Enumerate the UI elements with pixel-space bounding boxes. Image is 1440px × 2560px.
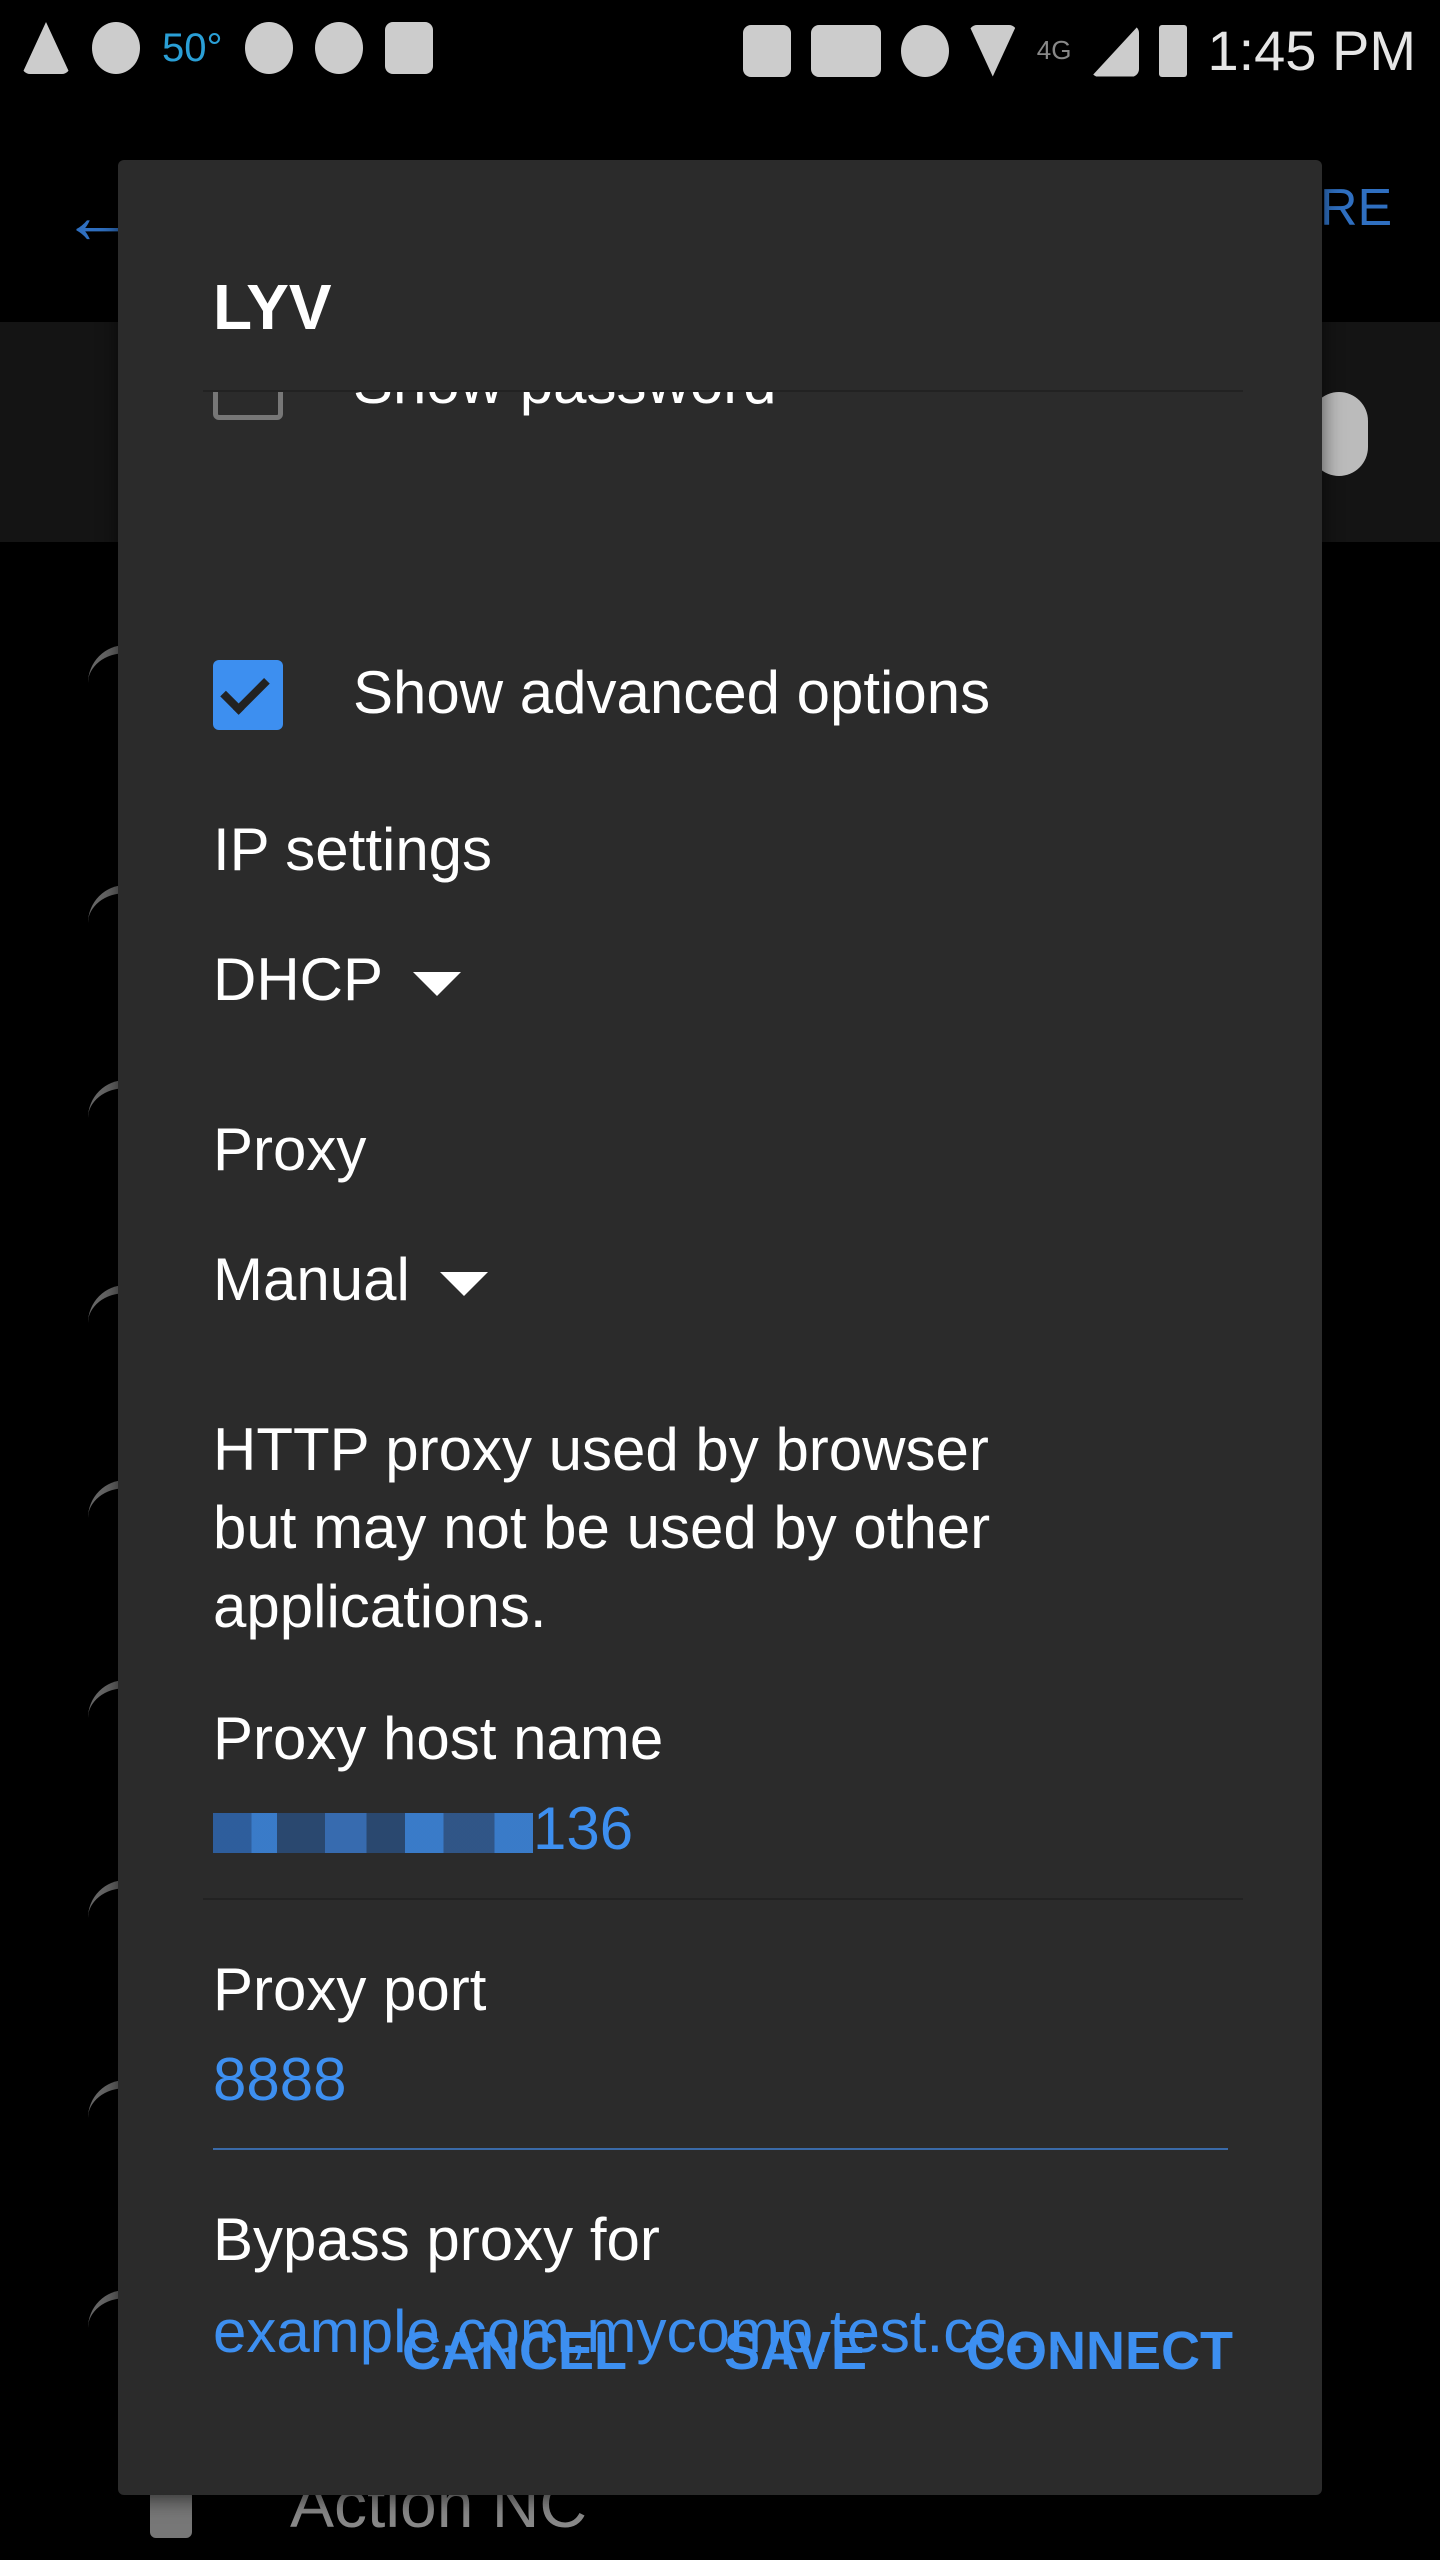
input-underline <box>213 2148 1228 2150</box>
divider <box>203 1898 1243 1900</box>
divider <box>203 390 1243 392</box>
dialog-title: LYV <box>213 271 332 343</box>
status-bar: 50° 4G 1:45 PM <box>0 0 1440 100</box>
connect-button[interactable]: CONNECT <box>966 2320 1233 2382</box>
save-button[interactable]: SAVE <box>724 2320 867 2382</box>
alarm-icon <box>900 24 949 77</box>
proxy-host-value: 136 <box>533 1795 634 1862</box>
warning-icon <box>22 22 70 74</box>
proxy-dropdown[interactable]: Manual <box>213 1245 488 1314</box>
temperature: 50° <box>162 25 223 70</box>
proxy-port-label: Proxy port <box>213 1956 487 2023</box>
nfc-icon <box>742 24 791 77</box>
battery-charging-icon <box>1159 24 1188 77</box>
pinterest-icon <box>244 22 293 74</box>
network-type: 4G <box>1036 35 1072 65</box>
show-password-label: Show password <box>353 390 777 417</box>
wifi-config-dialog: LYV Show password Show advanced options … <box>118 160 1322 2495</box>
proxy-port-input[interactable]: 8888 <box>213 2045 346 2114</box>
show-advanced-label: Show advanced options <box>353 659 991 726</box>
ip-settings-value: DHCP <box>213 946 384 1013</box>
dropdown-arrow-icon <box>413 972 462 997</box>
vibrate-icon <box>810 24 881 77</box>
show-password-checkbox[interactable] <box>213 390 283 420</box>
ip-settings-label: IP settings <box>213 816 493 883</box>
dropdown-arrow-icon <box>439 1272 488 1297</box>
show-advanced-checkbox[interactable] <box>213 660 283 730</box>
proxy-value: Manual <box>213 1246 410 1313</box>
proxy-label: Proxy <box>213 1116 367 1183</box>
app-bar-action[interactable]: RE <box>1320 178 1392 238</box>
wifi-icon <box>968 24 1017 77</box>
redacted-pixelation <box>213 1813 533 1853</box>
signal-icon <box>1091 24 1140 77</box>
bypass-proxy-label: Bypass proxy for <box>213 2206 660 2273</box>
maps-icon <box>384 22 433 74</box>
proxy-host-input[interactable]: 136 <box>213 1794 633 1863</box>
slack-icon <box>92 22 140 74</box>
proxy-note-line: but may not be used by other <box>213 1494 991 1561</box>
proxy-note-line: HTTP proxy used by browser <box>213 1416 989 1483</box>
clock: 1:45 PM <box>1207 19 1416 82</box>
proxy-note-line: applications. <box>213 1573 547 1640</box>
bypass-proxy-input[interactable]: example.com,mycomp.test.co… <box>213 2297 1067 2366</box>
weather-bug-icon <box>314 22 363 74</box>
cancel-button[interactable]: CANCEL <box>402 2320 627 2382</box>
lock-icon <box>150 2490 192 2538</box>
ip-settings-dropdown[interactable]: DHCP <box>213 945 462 1014</box>
proxy-host-label: Proxy host name <box>213 1705 664 1772</box>
dialog-scroll-area[interactable]: Show password Show advanced options IP s… <box>118 390 1322 2390</box>
